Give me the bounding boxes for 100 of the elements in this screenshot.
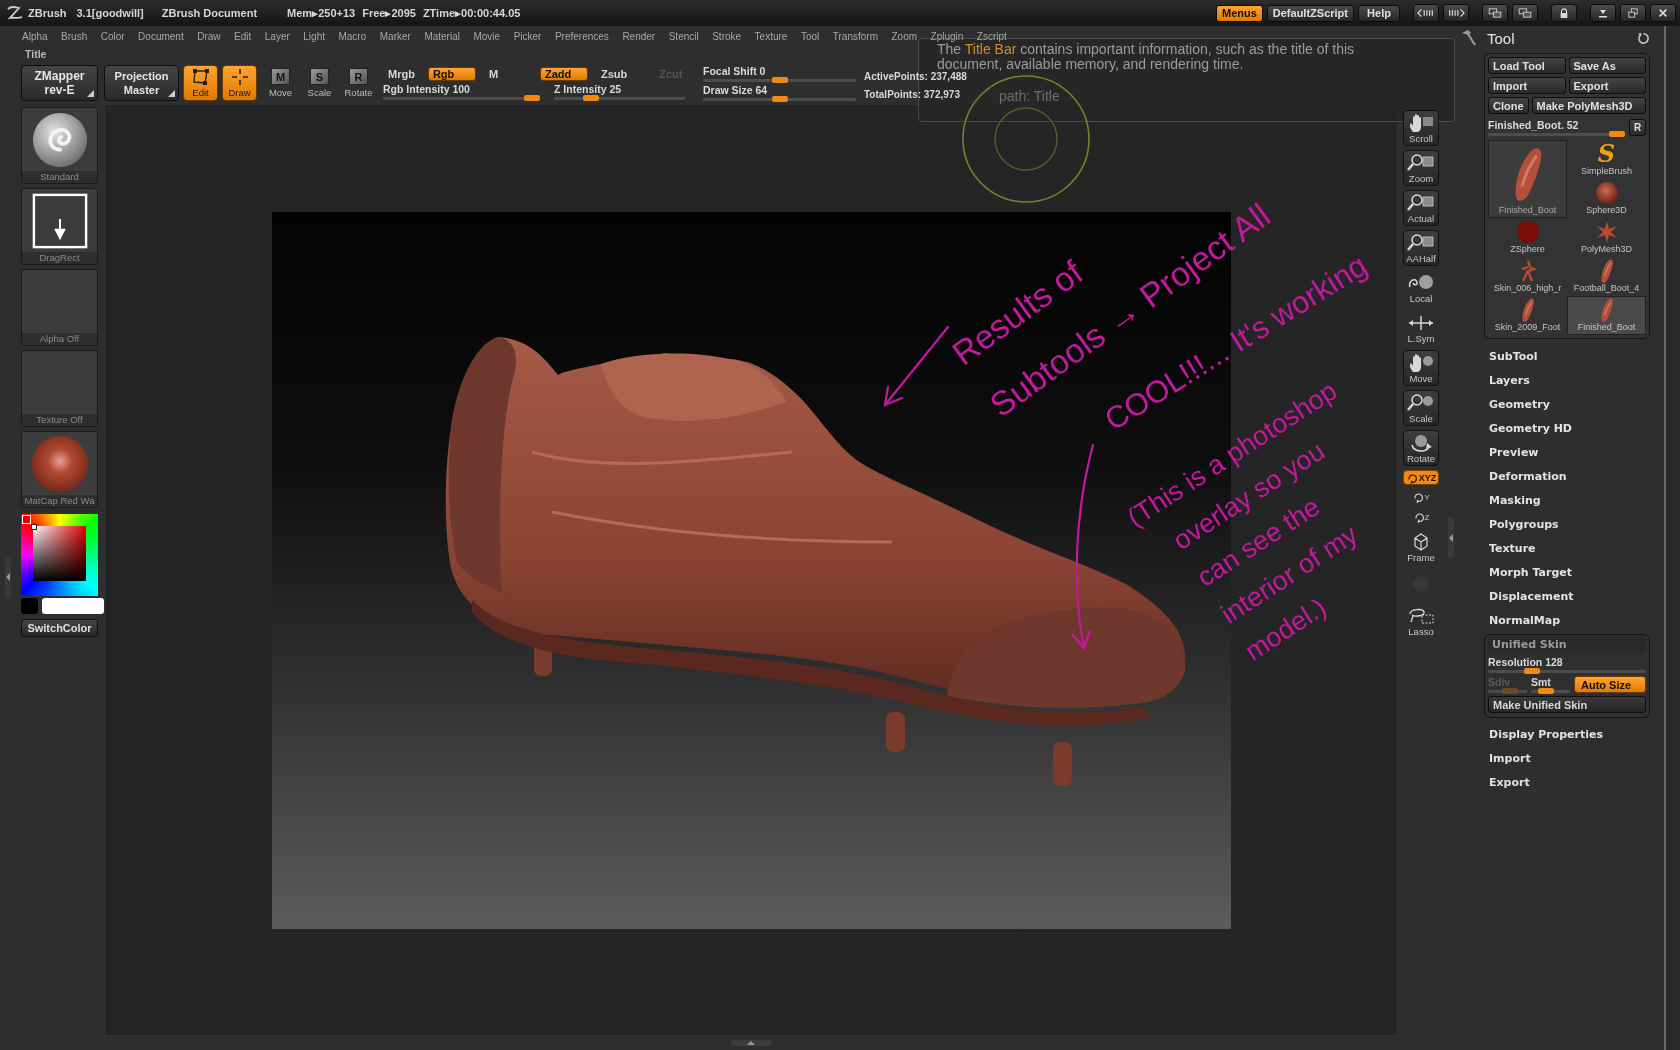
menu-item[interactable]: Zplugin: [930, 30, 964, 42]
palette-button[interactable]: Clone: [1488, 97, 1529, 114]
reset-button[interactable]: R: [1629, 118, 1646, 136]
palette-button[interactable]: Make PolyMesh3D: [1531, 97, 1646, 114]
tray-scrollbar[interactable]: [1664, 26, 1680, 1050]
slider-thumb[interactable]: [771, 96, 788, 102]
slider-thumb[interactable]: [1609, 130, 1625, 137]
menu-item[interactable]: Draw: [197, 30, 221, 42]
palette-button[interactable]: Save As: [1568, 57, 1646, 74]
material-tile[interactable]: Texture Off: [21, 350, 98, 427]
palette-header[interactable]: Deformation: [1489, 464, 1567, 488]
palette-header[interactable]: Preview: [1489, 440, 1539, 464]
title-bar-button[interactable]: DefaultZScript: [1266, 4, 1354, 22]
menu-item[interactable]: Render: [622, 30, 656, 42]
viewport-tool-button[interactable]: Scroll: [1403, 110, 1439, 146]
viewport-tool-button[interactable]: Zoom: [1403, 150, 1439, 186]
slider[interactable]: Resolution 128: [1488, 656, 1646, 673]
viewport-tool-button[interactable]: Lasso: [1403, 603, 1439, 639]
menu-item[interactable]: Texture: [754, 30, 788, 42]
menu-item[interactable]: Macro: [338, 30, 367, 42]
tool-thumbnail[interactable]: PolyMesh3D: [1567, 218, 1646, 257]
refresh-icon[interactable]: [1637, 31, 1650, 45]
slider-track[interactable]: [1531, 690, 1570, 693]
viewport-tool-button[interactable]: Rotate: [1403, 430, 1439, 466]
menu-item[interactable]: Stencil: [668, 30, 699, 42]
palette-button[interactable]: Load Tool: [1488, 57, 1566, 74]
color-mode-toggle[interactable]: Mrgb: [383, 66, 420, 81]
material-tile[interactable]: DragRect: [21, 188, 98, 265]
viewport-tool-button[interactable]: Local: [1403, 270, 1439, 306]
menu-item[interactable]: Material: [424, 30, 460, 42]
palette-header[interactable]: NormalMap: [1489, 608, 1561, 632]
viewport-tool-button[interactable]: AAHalf: [1403, 230, 1439, 266]
slider-thumb[interactable]: [582, 95, 599, 101]
tool-thumbnail[interactable]: Skin_006_high_r: [1488, 257, 1567, 296]
mode-button[interactable]: Edit: [183, 65, 218, 101]
shift-right-button[interactable]: [1443, 4, 1469, 22]
palette-button[interactable]: Export: [1568, 77, 1646, 94]
color-mode-toggle[interactable]: M: [483, 66, 504, 81]
slider[interactable]: Smt: [1531, 676, 1570, 693]
title-bar-button[interactable]: Menus: [1215, 4, 1263, 22]
tool-thumbnail[interactable]: Sphere3D: [1567, 179, 1646, 218]
menu-item[interactable]: Movie: [473, 30, 501, 42]
slider[interactable]: Rgb Intensity 100: [383, 83, 540, 100]
menu-item[interactable]: Layer: [264, 30, 290, 42]
viewport-tool-button[interactable]: Actual: [1403, 190, 1439, 226]
viewport-tool-button[interactable]: Move: [1403, 350, 1439, 386]
slider[interactable]: Z Intensity 25: [554, 83, 685, 100]
menu-item[interactable]: Color: [100, 30, 125, 42]
tool-thumbnail[interactable]: Skin_2009_Foot: [1488, 296, 1567, 335]
mode-button[interactable]: Draw: [222, 65, 257, 101]
menu-item[interactable]: Picker: [513, 30, 542, 42]
dock-right-button[interactable]: [1512, 4, 1538, 22]
viewport-tool-button[interactable]: L.Sym: [1403, 310, 1439, 346]
mode-button[interactable]: M Move: [263, 65, 298, 101]
slider-thumb[interactable]: [1523, 668, 1540, 674]
lock-button[interactable]: [1551, 4, 1577, 22]
tool-thumbnail[interactable]: Football_Boot_4: [1567, 257, 1646, 296]
panel-grip-icon[interactable]: [731, 1039, 771, 1047]
menu-item[interactable]: Preferences: [554, 30, 609, 42]
color-mode-toggle[interactable]: Rgb: [427, 66, 476, 81]
title-bar-button[interactable]: Help: [1358, 4, 1400, 22]
rotate-axis-button[interactable]: XYZ: [1403, 470, 1439, 485]
mode-button[interactable]: S Scale: [302, 65, 337, 101]
menu-item[interactable]: Transform: [832, 30, 878, 42]
material-tile[interactable]: Alpha Off: [21, 269, 98, 346]
tool-thumbnail[interactable]: ZSphere: [1488, 218, 1567, 257]
panel-grip-icon[interactable]: [1446, 518, 1455, 558]
menu-item[interactable]: Marker: [379, 30, 411, 42]
rotate-axis-button[interactable]: Z: [1403, 509, 1439, 525]
menu-item[interactable]: Zoom: [891, 30, 918, 42]
current-tool-preview[interactable]: Finished_Boot: [1488, 140, 1567, 218]
sculpt-mode-toggle[interactable]: Zsub: [596, 66, 633, 81]
color-picker[interactable]: [21, 514, 98, 596]
palette-header[interactable]: Display Properties: [1489, 722, 1604, 746]
palette-button[interactable]: Import: [1488, 77, 1566, 94]
switch-color-button[interactable]: SwitchColor: [21, 619, 98, 637]
color-swatch[interactable]: [21, 598, 38, 614]
minimize-button[interactable]: [1590, 4, 1616, 22]
menu-item[interactable]: Tool: [800, 30, 820, 42]
shift-left-button[interactable]: [1413, 4, 1439, 22]
dock-left-button[interactable]: [1482, 4, 1508, 22]
viewport-tool-button[interactable]: Scale: [1403, 390, 1439, 426]
rotate-axis-button[interactable]: Y: [1403, 489, 1439, 505]
slider-thumb[interactable]: [1537, 688, 1554, 694]
close-button[interactable]: [1650, 4, 1676, 22]
palette-header[interactable]: Displacement: [1489, 584, 1574, 608]
palette-header[interactable]: Export: [1489, 770, 1530, 794]
palette-header[interactable]: Geometry HD: [1489, 416, 1572, 440]
color-swatch[interactable]: [42, 598, 104, 614]
plugin-button[interactable]: Projection Master: [104, 65, 179, 101]
action-button[interactable]: Make Unified Skin: [1488, 696, 1646, 713]
menu-item[interactable]: Edit: [234, 30, 252, 42]
palette-header[interactable]: Morph Target: [1489, 560, 1572, 584]
restore-button[interactable]: [1620, 4, 1646, 22]
material-tile[interactable]: MatCap Red Wa: [21, 431, 98, 508]
palette-header[interactable]: Texture: [1489, 536, 1536, 560]
menu-item[interactable]: Zscript: [976, 30, 1007, 42]
viewport-tool-button[interactable]: Frame: [1403, 529, 1439, 565]
panel-grip-icon[interactable]: [3, 557, 12, 597]
tool-thumbnail[interactable]: Finished_Boot: [1567, 296, 1646, 335]
